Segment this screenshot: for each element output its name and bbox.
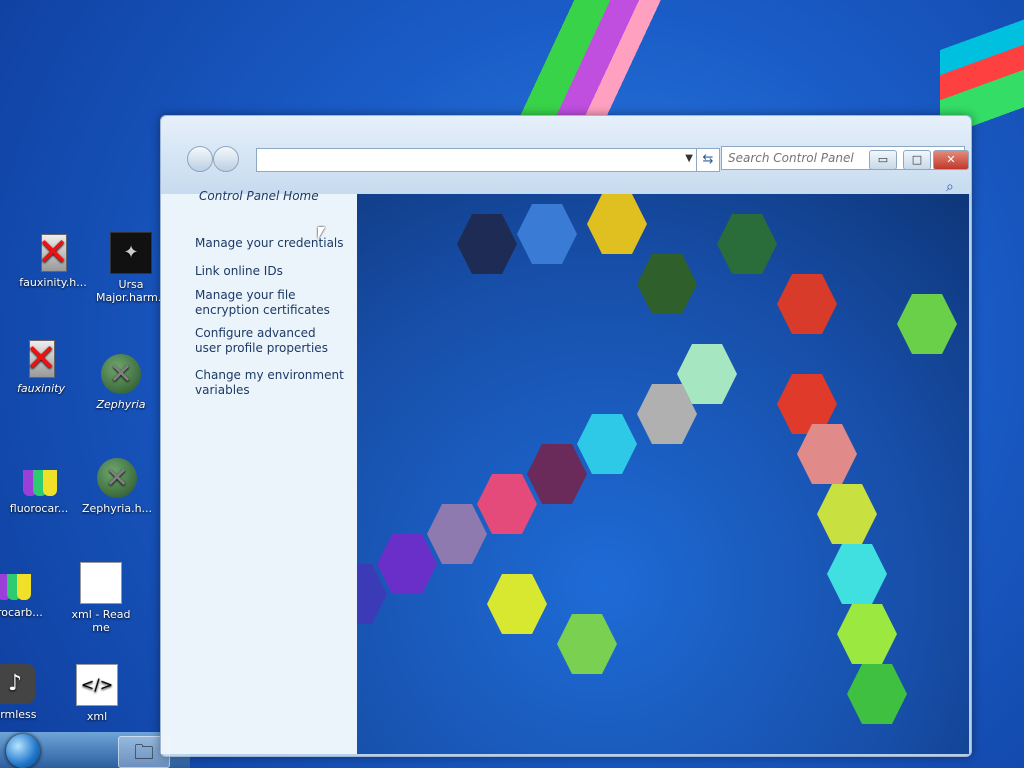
- desktop-icon[interactable]: ♪ armless: [0, 664, 50, 721]
- background-shape: [827, 544, 887, 604]
- close-button[interactable]: ✕: [933, 150, 969, 170]
- background-shape: [897, 294, 957, 354]
- desktop-icon-area: ✕ fauxinity.h... ✦ Ursa Major.harm... ✕ …: [0, 220, 168, 768]
- mouse-cursor: [318, 227, 325, 239]
- flasks-shield-icon: [0, 562, 33, 602]
- desktop-icon-label: xml: [86, 710, 108, 723]
- background-shape: [717, 214, 777, 274]
- desktop-icon-label: uorocarb...: [0, 606, 43, 619]
- desktop-icon-label: Ursa Major.harm...: [96, 278, 169, 304]
- content-area: [357, 194, 969, 754]
- title-bar: ▼ ⇆ ⌕ ▭ □ ✕: [161, 116, 971, 195]
- constellation-icon: ✦: [110, 232, 152, 274]
- desktop-icon[interactable]: ✕ fauxinity: [6, 338, 76, 395]
- green-x-shield-icon: ✕: [101, 354, 141, 394]
- address-bar[interactable]: ▼: [256, 148, 698, 172]
- desktop-icon[interactable]: uorocarb...: [0, 562, 48, 619]
- advanced-user-profile-link[interactable]: Configure advanced user profile properti…: [195, 326, 345, 356]
- text-file-icon: [80, 562, 122, 604]
- desktop-icon-label: fauxinity.h...: [19, 276, 87, 289]
- maximize-button[interactable]: □: [903, 150, 931, 170]
- desktop-icon[interactable]: fluorocar...: [4, 458, 74, 515]
- search-icon[interactable]: ⌕: [946, 179, 954, 195]
- background-shape: [477, 474, 537, 534]
- minimize-button[interactable]: ▭: [869, 150, 897, 170]
- forward-button[interactable]: [213, 146, 239, 172]
- start-button[interactable]: [6, 734, 40, 768]
- background-shape: [847, 664, 907, 724]
- desktop-icon[interactable]: ✕ Zephyria.h...: [82, 458, 152, 515]
- back-button[interactable]: [187, 146, 213, 172]
- flasks-icon: [19, 458, 59, 498]
- desktop-icon[interactable]: ✕ fauxinity.h...: [18, 232, 88, 289]
- chevron-down-icon[interactable]: ▼: [685, 153, 693, 164]
- control-panel-window: ▼ ⇆ ⌕ ▭ □ ✕ Control Panel Home Manage yo…: [160, 115, 972, 757]
- link-online-ids-link[interactable]: Link online IDs: [195, 264, 345, 279]
- control-panel-home-link[interactable]: Control Panel Home: [199, 189, 319, 203]
- background-shape: [377, 534, 437, 594]
- background-shape: [587, 194, 647, 254]
- desktop-icon-label: fluorocar...: [9, 502, 69, 515]
- green-x-icon: ✕: [97, 458, 137, 498]
- background-shape: [517, 204, 577, 264]
- desktop-icon[interactable]: </> xml: [62, 664, 132, 723]
- desktop-icon-label: fauxinity: [16, 382, 65, 395]
- background-shape: [637, 254, 697, 314]
- media-player-icon: ♪: [0, 664, 35, 704]
- blocked-server-icon: ✕: [37, 230, 69, 274]
- desktop-icon[interactable]: xml - Read me: [66, 562, 136, 634]
- background-shape: [777, 274, 837, 334]
- desktop-icon-label: Zephyria: [96, 398, 146, 411]
- desktop-icon[interactable]: ✦ Ursa Major.harm...: [96, 232, 169, 304]
- background-shape: [557, 614, 617, 674]
- task-pane: Control Panel Home Manage your credentia…: [161, 189, 358, 754]
- desktop-icon-label: xml - Read me: [71, 608, 131, 634]
- background-shape: [487, 574, 547, 634]
- desktop-icon-label: armless: [0, 708, 37, 721]
- xml-file-icon: </>: [76, 664, 118, 706]
- background-shape: [527, 444, 587, 504]
- background-shape: [427, 504, 487, 564]
- background-shape: [817, 484, 877, 544]
- file-encryption-certificates-link[interactable]: Manage your file encryption certificates: [195, 288, 345, 318]
- background-shape: [577, 414, 637, 474]
- environment-variables-link[interactable]: Change my environment variables: [195, 368, 345, 398]
- desktop-icon-label: Zephyria.h...: [82, 502, 153, 515]
- background-band: [430, 0, 730, 130]
- refresh-button[interactable]: ⇆: [696, 148, 720, 172]
- background-shape: [457, 214, 517, 274]
- background-shape: [837, 604, 897, 664]
- blocked-server-shield-icon: ✕: [25, 336, 57, 380]
- desktop-icon[interactable]: ✕ Zephyria: [86, 354, 156, 411]
